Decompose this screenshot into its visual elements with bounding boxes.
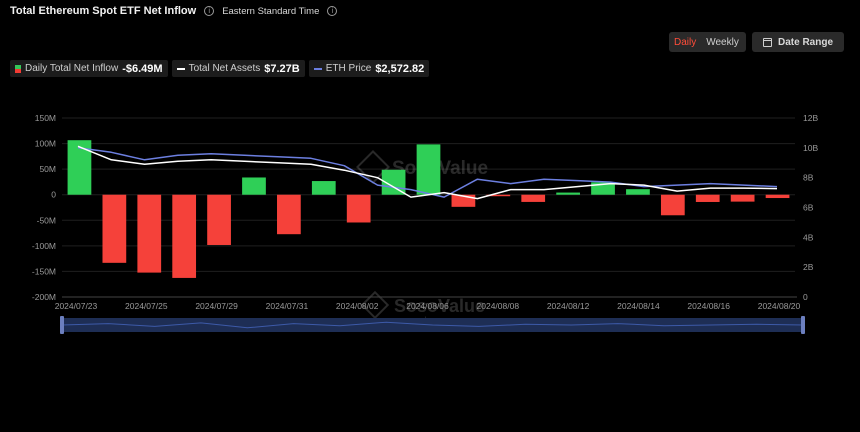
bar — [277, 194, 301, 235]
bar — [660, 194, 685, 216]
x-tick-label: 2024/08/08 — [477, 301, 520, 311]
bar — [207, 194, 231, 245]
bar — [346, 194, 371, 223]
navigator-left-handle-icon — [60, 316, 64, 334]
x-tick-label: 2024/08/12 — [547, 301, 590, 311]
bar — [556, 192, 580, 195]
bar — [416, 144, 441, 195]
left-tick-label: 0 — [51, 190, 56, 200]
left-tick-label: -150M — [32, 266, 56, 276]
x-tick-label: 2024/08/20 — [758, 301, 801, 311]
right-tick-label: 6B — [803, 203, 814, 213]
left-tick-label: -100M — [32, 241, 56, 251]
chart-area: SosoValue SosoValue sosovalue.com 150M10… — [32, 113, 818, 334]
right-tick-label: 2B — [803, 262, 814, 272]
navigator-right-handle-icon — [801, 316, 805, 334]
bar — [242, 177, 266, 195]
left-tick-label: -50M — [37, 215, 56, 225]
bar — [626, 189, 650, 195]
bar — [137, 194, 162, 273]
x-tick-label: 2024/07/25 — [125, 301, 168, 311]
right-tick-label: 0 — [803, 292, 808, 302]
bar — [765, 194, 790, 199]
bar — [172, 194, 197, 278]
x-tick-label: 2024/07/23 — [55, 301, 98, 311]
left-axis: 150M 100M 50M 0 -50M -100M -150M -200M — [32, 113, 56, 302]
x-tick-label: 2024/08/06 — [406, 301, 449, 311]
bar — [730, 194, 755, 202]
bar — [311, 181, 336, 195]
right-tick-label: 10B — [803, 143, 818, 153]
right-tick-label: 8B — [803, 173, 814, 183]
range-navigator[interactable] — [60, 316, 805, 334]
right-tick-label: 4B — [803, 232, 814, 242]
left-tick-label: 100M — [35, 139, 56, 149]
x-tick-label: 2024/08/02 — [336, 301, 379, 311]
x-tick-label: 2024/07/31 — [266, 301, 309, 311]
x-tick-label: 2024/07/29 — [195, 301, 238, 311]
left-tick-label: -200M — [32, 292, 56, 302]
right-tick-label: 12B — [803, 113, 818, 123]
left-tick-label: 50M — [39, 164, 56, 174]
x-tick-label: 2024/08/16 — [687, 301, 730, 311]
bar — [695, 194, 720, 202]
right-axis: 12B 10B 8B 6B 4B 2B 0 — [803, 113, 818, 302]
left-tick-label: 150M — [35, 113, 56, 123]
x-tick-label: 2024/08/14 — [617, 301, 660, 311]
bar — [521, 194, 546, 202]
bar — [102, 194, 127, 263]
